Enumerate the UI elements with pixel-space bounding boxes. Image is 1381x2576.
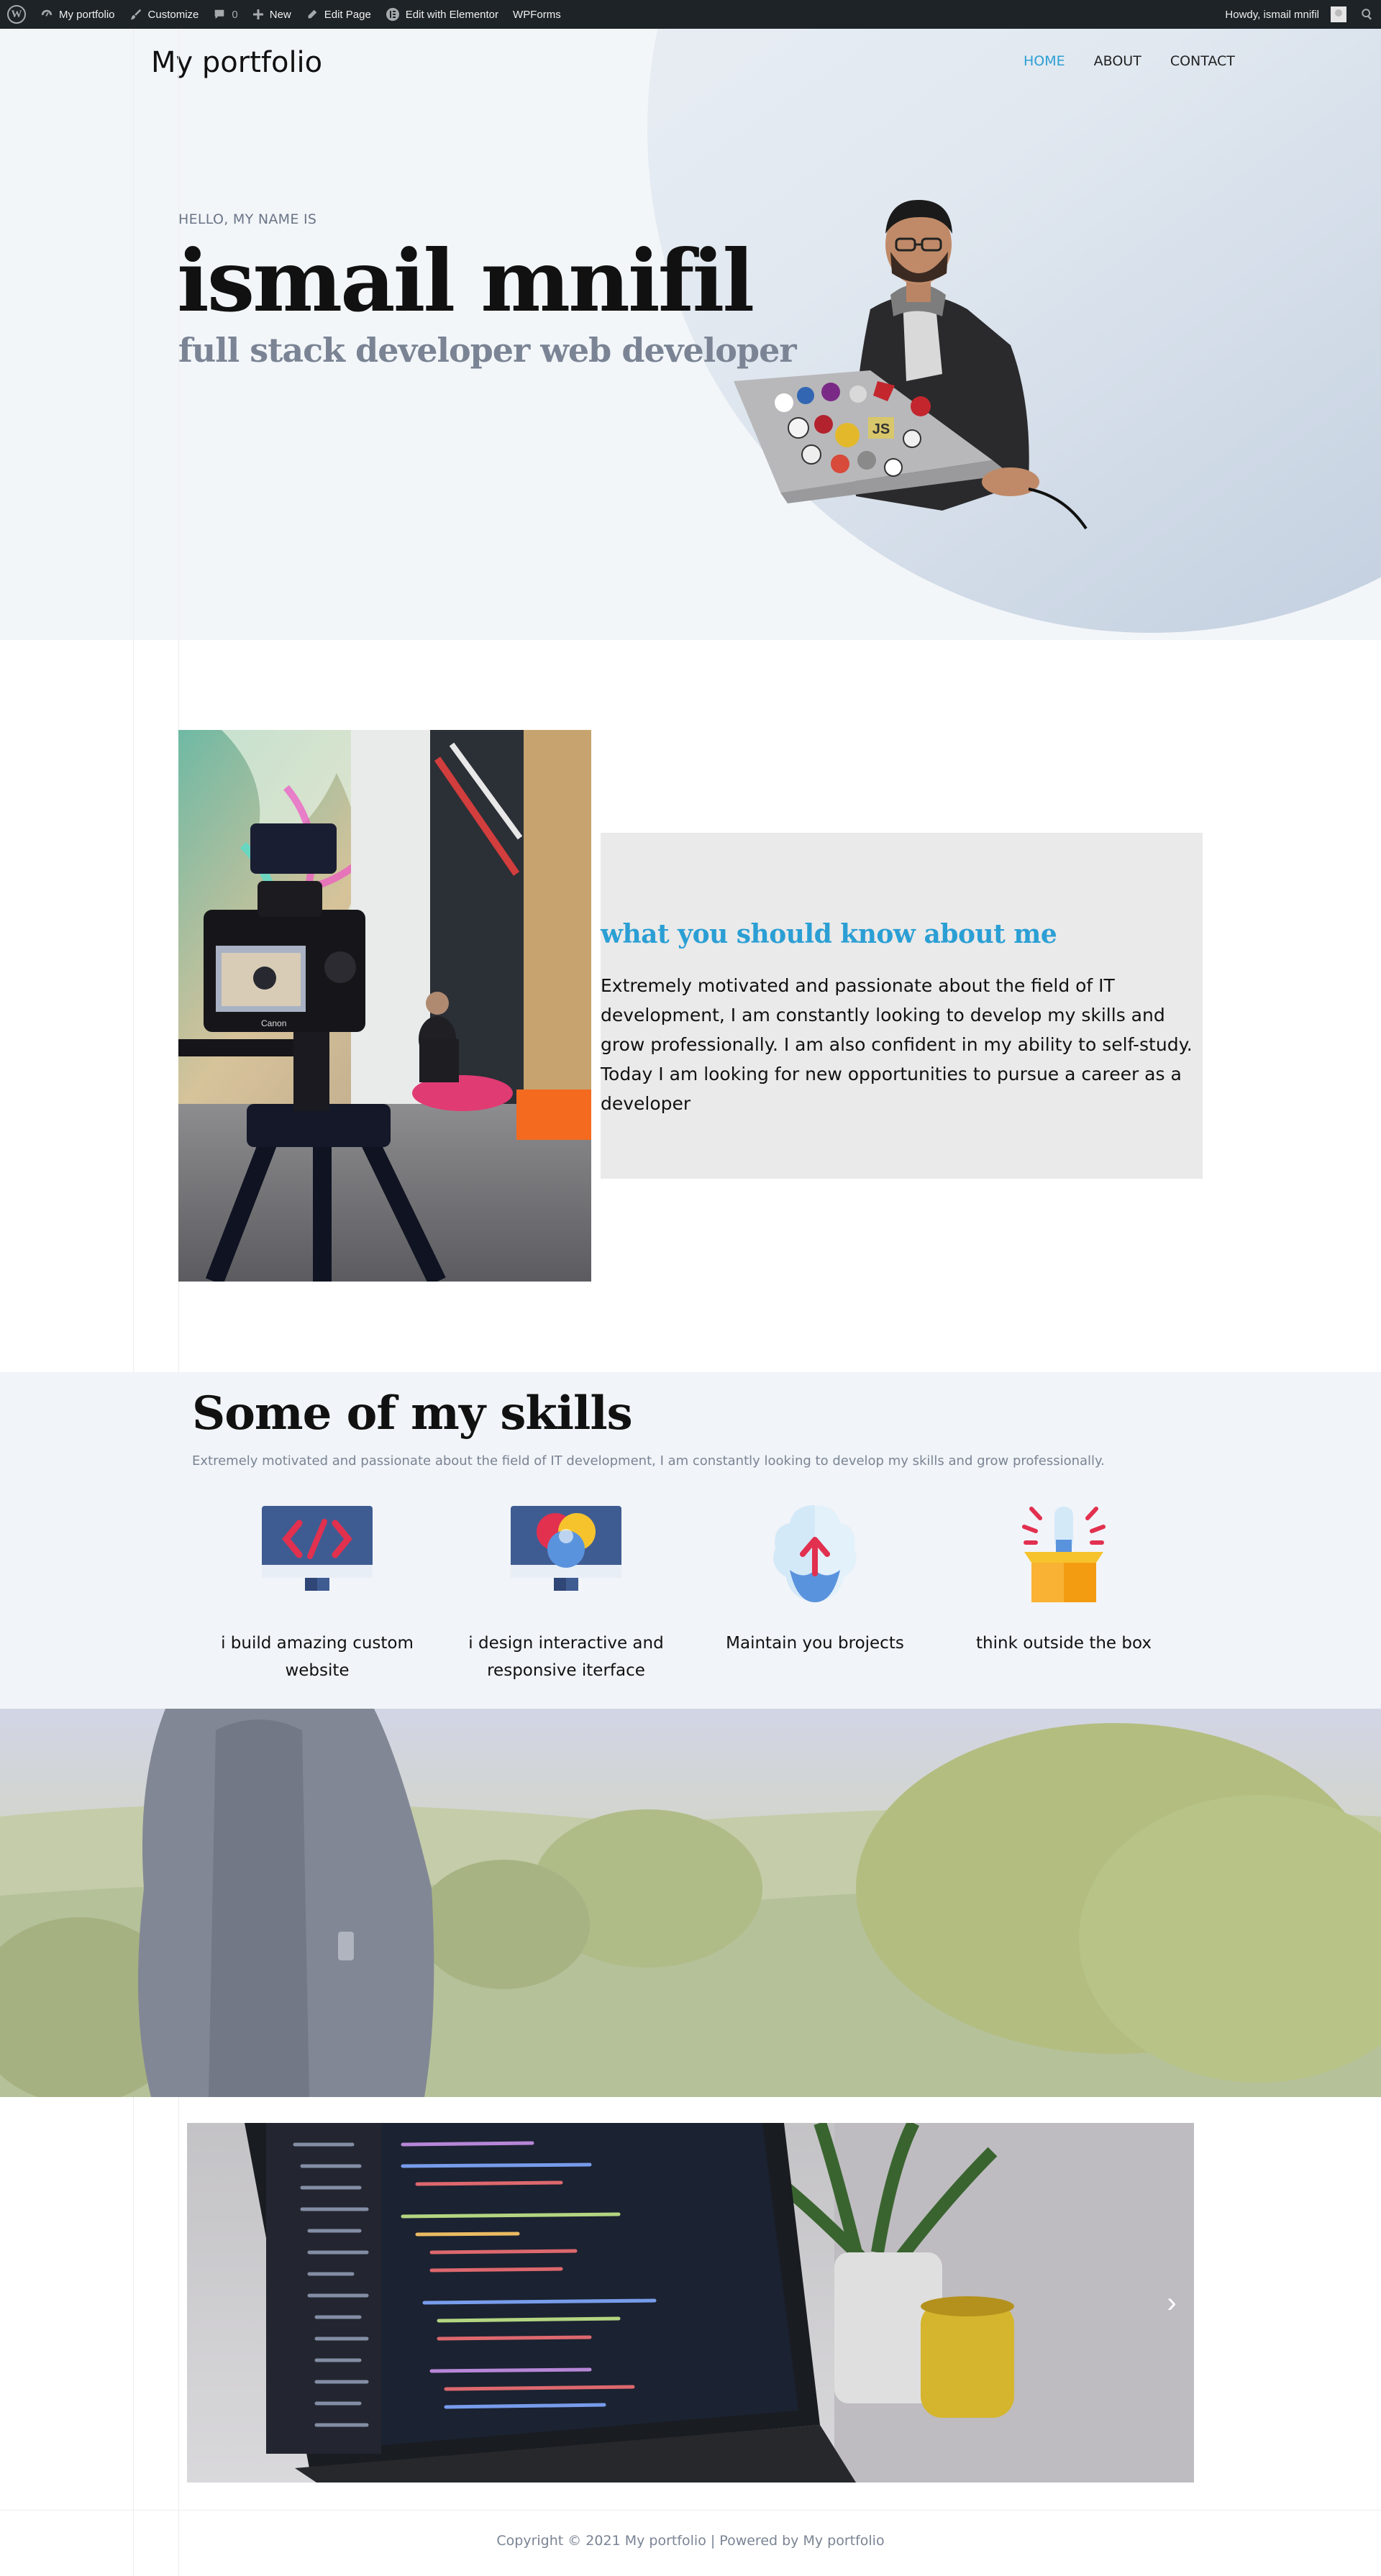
skills-section: Some of my skills Extremely motivated an… — [0, 1372, 1381, 1709]
dashboard-icon — [40, 8, 53, 21]
skills-subtitle: Extremely motivated and passionate about… — [192, 1453, 1105, 1469]
plus-icon — [252, 9, 264, 20]
image-slider[interactable]: › — [187, 2123, 1194, 2483]
about-camera-image: Canon — [178, 730, 591, 1282]
skill-item-maintain-projects: Maintain you brojects — [693, 1494, 937, 1657]
main-nav: HOME ABOUT CONTACT — [1024, 53, 1235, 69]
hero-section: My portfolio HOME ABOUT CONTACT HELLO, M… — [0, 29, 1381, 640]
hero-name: ismail mnifil — [177, 231, 755, 331]
brain-upload-icon — [754, 1494, 876, 1617]
wordpress-logo-icon: W — [7, 5, 26, 24]
layout-guide-inner — [178, 29, 179, 2576]
site-name-label: My portfolio — [59, 8, 115, 21]
edit-elementor-label: Edit with Elementor — [405, 8, 499, 21]
paintbrush-icon — [129, 8, 142, 21]
hero-portrait-image: JS — [726, 173, 1115, 547]
code-monitor-icon — [256, 1494, 378, 1617]
skill-item-think-outside-box: think outside the box — [942, 1494, 1186, 1657]
hero-role: full stack developer web developer — [178, 331, 797, 370]
new-label: New — [269, 8, 291, 21]
skill-label: think outside the box — [976, 1634, 1152, 1653]
skill-label: i build amazing custom website — [221, 1634, 414, 1680]
about-title: what you should know about me — [601, 919, 1057, 949]
edit-page-link[interactable]: Edit Page — [298, 0, 378, 29]
nav-contact[interactable]: CONTACT — [1170, 53, 1235, 69]
account-menu[interactable]: Howdy, ismail mnifil — [1218, 0, 1354, 29]
skills-title: Some of my skills — [192, 1387, 633, 1440]
pencil-icon — [306, 8, 319, 21]
chevron-right-icon: › — [1167, 2286, 1177, 2319]
admin-search[interactable] — [1354, 0, 1381, 29]
new-content-link[interactable]: New — [245, 0, 298, 29]
skill-label: Maintain you brojects — [726, 1634, 904, 1653]
idea-box-icon — [1003, 1494, 1125, 1617]
slider-next-button[interactable]: › — [1159, 2287, 1184, 2319]
color-monitor-icon — [505, 1494, 627, 1617]
skill-item-interactive-design: i design interactive and responsive iter… — [444, 1494, 688, 1684]
skill-label: i design interactive and responsive iter… — [468, 1634, 664, 1680]
comments-link[interactable]: 0 — [206, 0, 245, 29]
comment-icon — [213, 8, 226, 21]
customize-link[interactable]: Customize — [122, 0, 206, 29]
footer-divider — [0, 2510, 1381, 2511]
wpforms-label: WPForms — [513, 8, 561, 21]
skill-item-custom-website: i build amazing custom website — [195, 1494, 439, 1684]
svg-text:JS: JS — [872, 421, 890, 437]
landscape-background-image — [0, 1709, 1381, 2097]
nav-about[interactable]: ABOUT — [1094, 53, 1141, 69]
howdy-label: Howdy, ismail mnifil — [1225, 8, 1319, 21]
about-text: Extremely motivated and passionate about… — [601, 975, 1193, 1114]
footer-copyright: Copyright © 2021 My portfolio | Powered … — [496, 2533, 885, 2549]
wpforms-link[interactable]: WPForms — [506, 0, 568, 29]
wordpress-menu[interactable]: W — [0, 0, 33, 29]
search-icon — [1361, 8, 1374, 21]
svg-text:Canon: Canon — [261, 1018, 286, 1028]
edit-elementor-link[interactable]: Edit with Elementor — [378, 0, 506, 29]
elementor-icon — [386, 7, 400, 22]
layout-guide-left — [133, 29, 134, 2576]
comments-count: 0 — [232, 8, 238, 21]
site-name-link[interactable]: My portfolio — [33, 0, 122, 29]
admin-bar: W My portfolio Customize 0 New Edit Page — [0, 0, 1381, 29]
site-title[interactable]: My portfolio — [151, 46, 322, 79]
edit-page-label: Edit Page — [324, 8, 371, 21]
nav-home[interactable]: HOME — [1024, 53, 1065, 69]
avatar — [1331, 6, 1346, 22]
hero-greeting: HELLO, MY NAME IS — [178, 211, 317, 227]
customize-label: Customize — [147, 8, 199, 21]
